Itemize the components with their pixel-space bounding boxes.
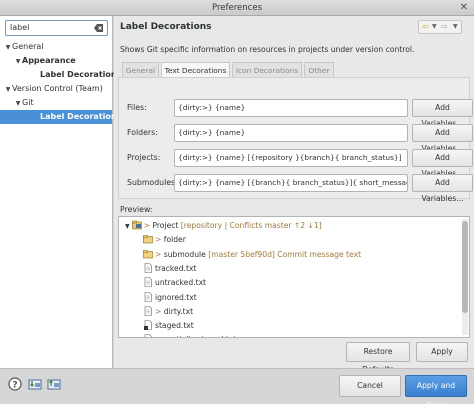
submodules-label: Submodules:: [127, 178, 178, 187]
projects-format-field[interactable]: {dirty:>} {name} [{repository }{branch}{…: [174, 149, 408, 167]
forward-menu-chevron-icon[interactable]: ▼: [453, 21, 458, 33]
restore-defaults-button[interactable]: Restore Defaults: [346, 342, 410, 374]
folder-icon: [143, 249, 153, 258]
staged-file-icon: [144, 334, 152, 337]
dirty-marker: >: [155, 235, 164, 245]
staged-file-icon: [144, 320, 152, 331]
tree-item[interactable]: ▼ Version Control (Team): [0, 82, 112, 96]
tab-icon-decorations[interactable]: Icon Decorations: [232, 62, 302, 78]
export-icon[interactable]: [47, 377, 61, 391]
cancel-button[interactable]: Cancel: [339, 375, 401, 397]
file-icon: [144, 305, 152, 316]
preferences-navigation: label ▼ General ▼ Appearance Label Decoratio…: [0, 16, 121, 368]
tree-item[interactable]: ▼ General: [0, 40, 112, 54]
back-menu-chevron-icon[interactable]: ▼: [432, 21, 437, 33]
projects-label: Projects:: [127, 153, 161, 162]
projects-add-variables-button[interactable]: Add Variables...: [412, 149, 473, 178]
window-titlebar: Preferences ✕: [0, 0, 474, 16]
preview-item-name: Project: [152, 221, 179, 230]
submodules-add-variables-button[interactable]: Add Variables...: [412, 174, 473, 203]
filter-input-value: label: [10, 23, 30, 32]
tree-item-label: Appearance: [22, 56, 76, 65]
submodules-format-field[interactable]: {dirty:>} {name} [{branch}{ branch_statu…: [174, 174, 408, 192]
back-arrow-icon[interactable]: ⇦: [422, 21, 429, 33]
tree-item-label: General: [12, 42, 44, 51]
preferences-tree: ▼ General ▼ Appearance Label Decorations ▼ Ver…: [0, 40, 121, 124]
folders-label: Folders:: [127, 128, 158, 137]
preview-scrollbar[interactable]: [462, 219, 468, 335]
preview-item-decoration: [repository | Conflicts master ↑2 ↓1]: [178, 221, 322, 230]
files-label: Files:: [127, 103, 147, 112]
close-icon[interactable]: ✕: [460, 0, 468, 16]
preference-page: Label Decorations ⇦ ▼ ⇨ ▼ Shows Git spec…: [114, 16, 474, 374]
help-icon[interactable]: ?: [8, 377, 22, 391]
preview-tree[interactable]: ▼ > Project [repository | Conflicts maste…: [118, 216, 470, 338]
preview-item-decoration: [master 5bef90d] Commit message text: [205, 249, 362, 259]
tree-item[interactable]: Label Decorations: [0, 68, 121, 82]
preview-item-name: ignored.txt: [155, 292, 197, 302]
page-navigation: ⇦ ▼ ⇨ ▼: [418, 20, 462, 34]
tree-item[interactable]: ▼ Appearance: [0, 54, 112, 68]
svg-text:?: ?: [12, 381, 17, 391]
preview-item[interactable]: staged.txt: [143, 319, 194, 333]
dirty-marker: >: [155, 306, 164, 316]
dirty-marker: >: [155, 335, 164, 337]
files-format-field[interactable]: {dirty:>} {name}: [174, 99, 408, 117]
expand-arrow-icon[interactable]: ▼: [4, 41, 12, 55]
tab-general[interactable]: General: [122, 62, 159, 78]
folder-icon: [143, 235, 153, 244]
apply-button[interactable]: Apply: [416, 342, 468, 362]
preview-scrollbar-thumb[interactable]: [462, 221, 468, 313]
preview-item[interactable]: > dirty.txt: [143, 305, 193, 319]
window-title: Preferences: [212, 3, 262, 13]
preview-item-name: folder: [163, 235, 186, 245]
import-icon[interactable]: [28, 377, 42, 391]
preview-item[interactable]: > submodule [master 5bef90d] Commit mess…: [143, 248, 361, 262]
preview-item-name: tracked.txt: [155, 263, 197, 273]
tree-item-label: Git: [22, 98, 34, 107]
dialog-button-bar: ? Cancel Apply and Close: [0, 368, 474, 404]
preview-item-name: partially-staged.txt: [164, 335, 236, 337]
preview-item[interactable]: > partially-staged.txt: [143, 333, 236, 337]
forward-arrow-icon[interactable]: ⇨: [441, 21, 448, 33]
folders-add-variables-button[interactable]: Add Variables...: [412, 124, 473, 153]
tree-item-label: Version Control (Team): [12, 84, 103, 93]
preview-item-name: dirty.txt: [163, 306, 194, 316]
preview-item[interactable]: tracked.txt: [143, 262, 196, 276]
file-icon: [144, 263, 152, 273]
tab-text-decorations[interactable]: Text Decorations: [161, 62, 230, 78]
expand-arrow-icon[interactable]: ▼: [125, 223, 130, 230]
tree-item-label: Label Decorations: [40, 112, 122, 121]
expand-arrow-icon[interactable]: ▼: [4, 83, 12, 97]
preview-label: Preview:: [120, 205, 153, 214]
preview-item[interactable]: untracked.txt: [143, 276, 206, 290]
apply-and-close-button[interactable]: Apply and Close: [405, 375, 467, 404]
files-add-variables-button[interactable]: Add Variables...: [412, 99, 473, 128]
preview-item[interactable]: > folder: [143, 233, 186, 247]
file-icon: [144, 277, 152, 287]
expand-arrow-icon[interactable]: ▼: [14, 97, 22, 111]
project-icon: [131, 220, 142, 230]
preview-item-name: staged.txt: [155, 321, 194, 331]
clear-input-icon[interactable]: [94, 23, 104, 33]
preview-item-name: submodule: [163, 249, 206, 259]
expand-arrow-icon[interactable]: ▼: [14, 55, 22, 69]
filter-input[interactable]: label: [5, 20, 108, 36]
preview-item[interactable]: ignored.txt: [143, 291, 197, 305]
preview-item[interactable]: ▼ > Project [repository | Conflicts maste…: [125, 219, 322, 233]
file-icon: [144, 291, 152, 302]
preview-item-name: untracked.txt: [155, 278, 207, 288]
text-decorations-panel: Files: {dirty:>} {name} Add Variables...…: [118, 77, 473, 203]
tree-item-label: Label Decorations: [40, 70, 122, 79]
tree-item[interactable]: Label Decorations: [0, 110, 121, 124]
page-description: Shows Git specific information on resour…: [120, 45, 415, 54]
tree-item[interactable]: ▼ Git: [0, 96, 112, 110]
folders-format-field[interactable]: {dirty:>} {name}: [174, 124, 408, 142]
dirty-marker: >: [155, 249, 164, 259]
tab-other[interactable]: Other: [304, 62, 334, 78]
